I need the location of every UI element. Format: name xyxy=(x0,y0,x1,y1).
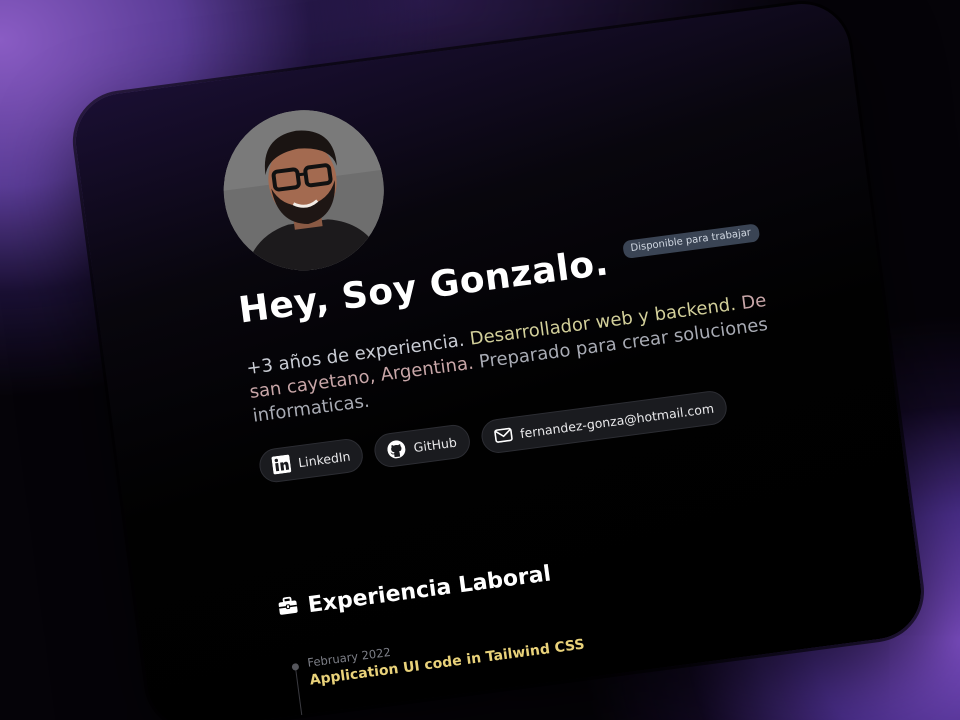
linkedin-link[interactable]: LinkedIn xyxy=(257,436,366,485)
mail-icon xyxy=(493,427,513,443)
experience-section-title: Experiencia Laboral xyxy=(277,561,553,622)
briefcase-icon xyxy=(277,595,300,622)
email-link[interactable]: fernandez-gonza@hotmail.com xyxy=(479,389,729,456)
linkedin-icon xyxy=(271,454,292,475)
avatar xyxy=(214,100,394,281)
linkedin-label: LinkedIn xyxy=(297,448,352,470)
github-link[interactable]: GitHub xyxy=(372,422,472,470)
profile-card: Hey, Soy Gonzalo. Disponible para trabaj… xyxy=(70,0,927,720)
experience-heading: Experiencia Laboral xyxy=(306,561,553,619)
status-badge: Disponible para trabajar xyxy=(621,223,761,260)
github-icon xyxy=(387,439,407,459)
timeline-dot xyxy=(291,662,300,671)
email-label: fernandez-gonza@hotmail.com xyxy=(519,400,715,441)
github-label: GitHub xyxy=(412,434,458,455)
timeline-line xyxy=(294,667,304,720)
